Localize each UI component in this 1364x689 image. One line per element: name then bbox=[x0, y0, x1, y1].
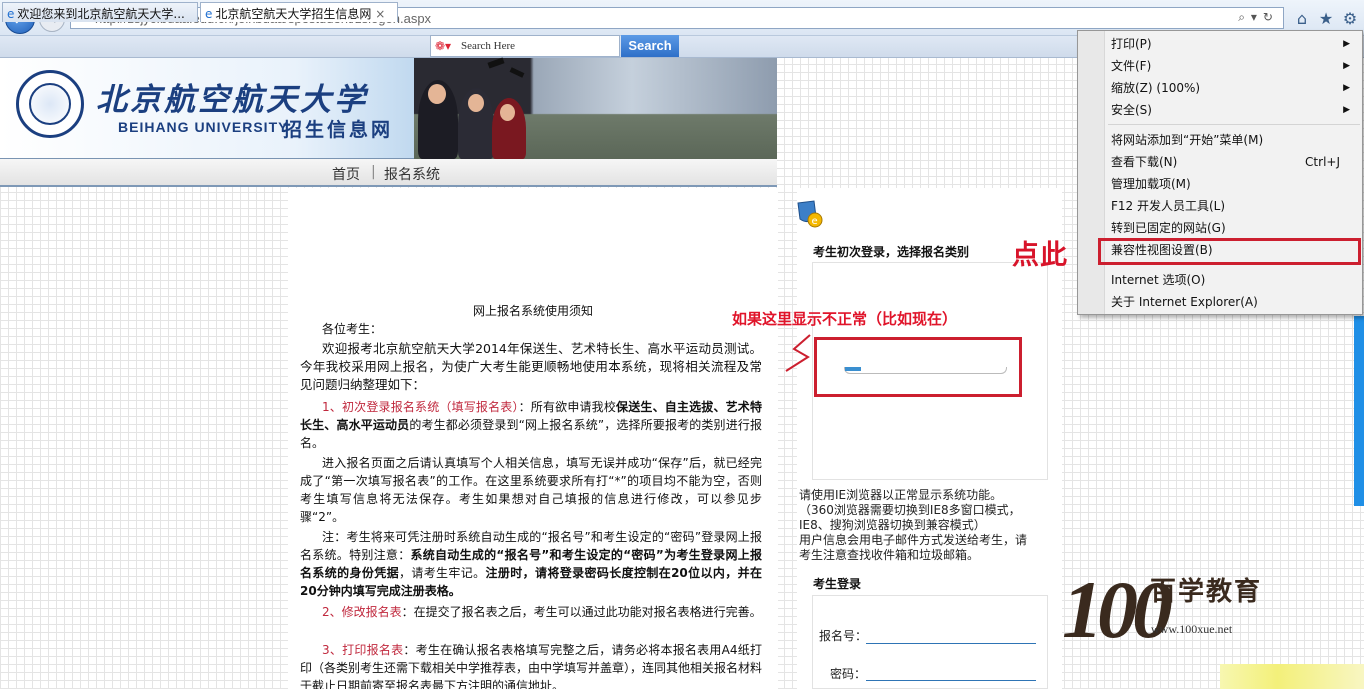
step1-heading[interactable]: 1、初次登录报名系统（填写报名表） bbox=[322, 400, 519, 414]
submenu-arrow-icon: ▶ bbox=[1343, 39, 1350, 49]
tip-line: （360浏览器需要切换到IE8多窗口模式， bbox=[799, 503, 1021, 517]
notice-note: 注：考生将来可凭注册时系统自动生成的“报名号”和考生设定的“密码”登录网上报名系… bbox=[300, 528, 762, 600]
menu-item-add-to-start[interactable]: 将网站添加到“开始”菜单(M) bbox=[1078, 129, 1360, 151]
notice-step3: 3、打印报名表：考生在确认报名表格填写完整之后，请务必将本报名表用A4纸打印（各… bbox=[300, 641, 762, 689]
search-placeholder: Search Here bbox=[461, 40, 516, 52]
loading-progress-bar bbox=[844, 367, 1007, 374]
tip-line: IE8、搜狗浏览器切换到兼容模式） bbox=[799, 518, 986, 532]
notice-greeting: 各位考生： bbox=[322, 322, 383, 336]
submenu-arrow-icon: ▶ bbox=[1343, 83, 1350, 93]
menu-shortcut: Ctrl+J bbox=[1305, 155, 1340, 169]
scrollbar-thumb[interactable] bbox=[1354, 316, 1364, 506]
menu-label: Internet 选项(O) bbox=[1111, 273, 1206, 287]
menu-label: 打印(P) bbox=[1111, 37, 1152, 51]
nav-home-link[interactable]: 首页 bbox=[332, 164, 360, 184]
menu-label: 关于 Internet Explorer(A) bbox=[1111, 295, 1258, 309]
tab-admissions[interactable]: e 北京航空航天大学招生信息网 × bbox=[200, 2, 398, 22]
gear-icon[interactable]: ⚙ bbox=[1341, 10, 1359, 28]
sogou-logo-icon: ❁▾ bbox=[435, 39, 452, 53]
home-icon[interactable]: ⌂ bbox=[1293, 10, 1311, 28]
university-seal-logo bbox=[16, 70, 84, 138]
menu-label: 转到已固定的网站(G) bbox=[1111, 221, 1226, 235]
tip-line: 用户信息会用电子邮件方式发送给考生，请 bbox=[799, 533, 1028, 547]
tab-label: 欢迎您来到北京航空航天大学... bbox=[17, 7, 185, 21]
graduates-photo bbox=[414, 57, 777, 159]
nav-separator: | bbox=[371, 164, 376, 180]
annotation-click-here: 点此 bbox=[1012, 240, 1068, 271]
notice-step1: 1、初次登录报名系统（填写报名表）：所有欲申请我校保送生、自主选拔、艺术特长生、… bbox=[300, 398, 762, 452]
password-label: 密码： bbox=[830, 667, 867, 681]
school-name-en: BEIHANG UNIVERSITY bbox=[118, 119, 289, 135]
menu-item-print[interactable]: 打印(P) ▶ bbox=[1078, 33, 1360, 55]
url-controls[interactable]: ⌕▾↻ bbox=[1238, 10, 1279, 25]
menu-label: 将网站添加到“开始”菜单(M) bbox=[1111, 133, 1264, 147]
watermark-name: 百学教育 bbox=[1150, 577, 1263, 607]
tab-welcome[interactable]: e 欢迎您来到北京航空航天大学... bbox=[2, 2, 198, 22]
menu-item-devtools[interactable]: F12 开发人员工具(L) bbox=[1078, 195, 1360, 217]
menu-label: 查看下载(N) bbox=[1111, 155, 1178, 169]
step1-text-a: ：所有欲申请我校 bbox=[518, 400, 617, 414]
loading-progress-fill bbox=[845, 367, 861, 371]
login-heading: 考生登录 bbox=[813, 577, 862, 591]
nav-registration-link[interactable]: 报名系统 bbox=[384, 164, 440, 184]
notice-step1-detail: 进入报名页面之后请认真填写个人相关信息，填写无误并成功“保存”后，就已经完成了“… bbox=[300, 456, 762, 524]
menu-separator bbox=[1108, 124, 1360, 125]
ie-tab-icon: e bbox=[205, 7, 213, 21]
menu-item-safety[interactable]: 安全(S) ▶ bbox=[1078, 99, 1360, 121]
tip-line: 请使用IE浏览器以正常显示系统功能。 bbox=[799, 488, 1003, 502]
annotation-hint: 如果这里显示不正常（比如现在） bbox=[732, 310, 958, 328]
notice-title: 网上报名系统使用须知 bbox=[472, 304, 593, 318]
toolbar-search-button[interactable]: Search bbox=[621, 35, 679, 57]
watermark-url: www.100xue.net bbox=[1151, 622, 1233, 636]
reg-no-input[interactable] bbox=[866, 643, 1036, 644]
menu-item-zoom[interactable]: 缩放(Z) (100%) ▶ bbox=[1078, 77, 1360, 99]
menu-item-about[interactable]: 关于 Internet Explorer(A) bbox=[1078, 291, 1360, 313]
notice-step2: 2、修改报名表：在提交了报名表之后，考生可以通过此功能对报名表格进行完善。 bbox=[300, 603, 762, 621]
password-input[interactable] bbox=[866, 680, 1036, 681]
menu-item-file[interactable]: 文件(F) ▶ bbox=[1078, 55, 1360, 77]
menu-label: F12 开发人员工具(L) bbox=[1111, 199, 1226, 213]
toolbar-search-input[interactable]: ❁▾ Search Here bbox=[430, 35, 620, 57]
menu-label: 文件(F) bbox=[1111, 59, 1152, 73]
menu-label: 缩放(Z) (100%) bbox=[1111, 81, 1201, 95]
step2-text: ：在提交了报名表之后，考生可以通过此功能对报名表格进行完善。 bbox=[401, 605, 762, 619]
step3-heading[interactable]: 3、打印报名表 bbox=[322, 643, 403, 657]
compatibility-shield-icon: e bbox=[794, 199, 824, 229]
reg-no-label: 报名号： bbox=[819, 629, 868, 643]
school-name-cn: 北京航空航天大学 bbox=[96, 82, 368, 118]
step2-heading[interactable]: 2、修改报名表 bbox=[322, 605, 402, 619]
menu-item-pinned-sites[interactable]: 转到已固定的网站(G) bbox=[1078, 217, 1360, 239]
note-text-b: ，请考生牢记。 bbox=[398, 566, 486, 580]
menu-label: 管理加载项(M) bbox=[1111, 177, 1191, 191]
menu-item-downloads[interactable]: 查看下载(N) Ctrl+J bbox=[1078, 151, 1360, 173]
first-login-heading: 考生初次登录，选择报名类别 bbox=[813, 243, 1043, 263]
browser-tips: 请使用IE浏览器以正常显示系统功能。 （360浏览器需要切换到IE8多窗口模式，… bbox=[799, 488, 1061, 563]
submenu-arrow-icon: ▶ bbox=[1343, 61, 1350, 71]
menu-item-internet-options[interactable]: Internet 选项(O) bbox=[1078, 269, 1360, 291]
notice-intro: 欢迎报考北京航空航天大学2014年保送生、艺术特长生、高水平运动员测试。今年我校… bbox=[300, 341, 762, 392]
tip-line: 考生注意查找收件箱和垃圾邮箱。 bbox=[799, 548, 980, 562]
menu-item-addons[interactable]: 管理加载项(M) bbox=[1078, 173, 1360, 195]
favorites-star-icon[interactable]: ★ bbox=[1317, 10, 1335, 28]
yellow-strip bbox=[1220, 664, 1364, 689]
close-tab-icon[interactable]: × bbox=[375, 7, 385, 21]
svg-text:e: e bbox=[812, 216, 818, 227]
annotation-menu-box bbox=[1098, 238, 1361, 265]
menu-label: 安全(S) bbox=[1111, 103, 1152, 117]
submenu-arrow-icon: ▶ bbox=[1343, 105, 1350, 115]
ie-tab-icon: e bbox=[7, 7, 15, 21]
site-name: 招生信息网 bbox=[283, 119, 394, 141]
tab-label: 北京航空航天大学招生信息网 bbox=[215, 7, 372, 21]
